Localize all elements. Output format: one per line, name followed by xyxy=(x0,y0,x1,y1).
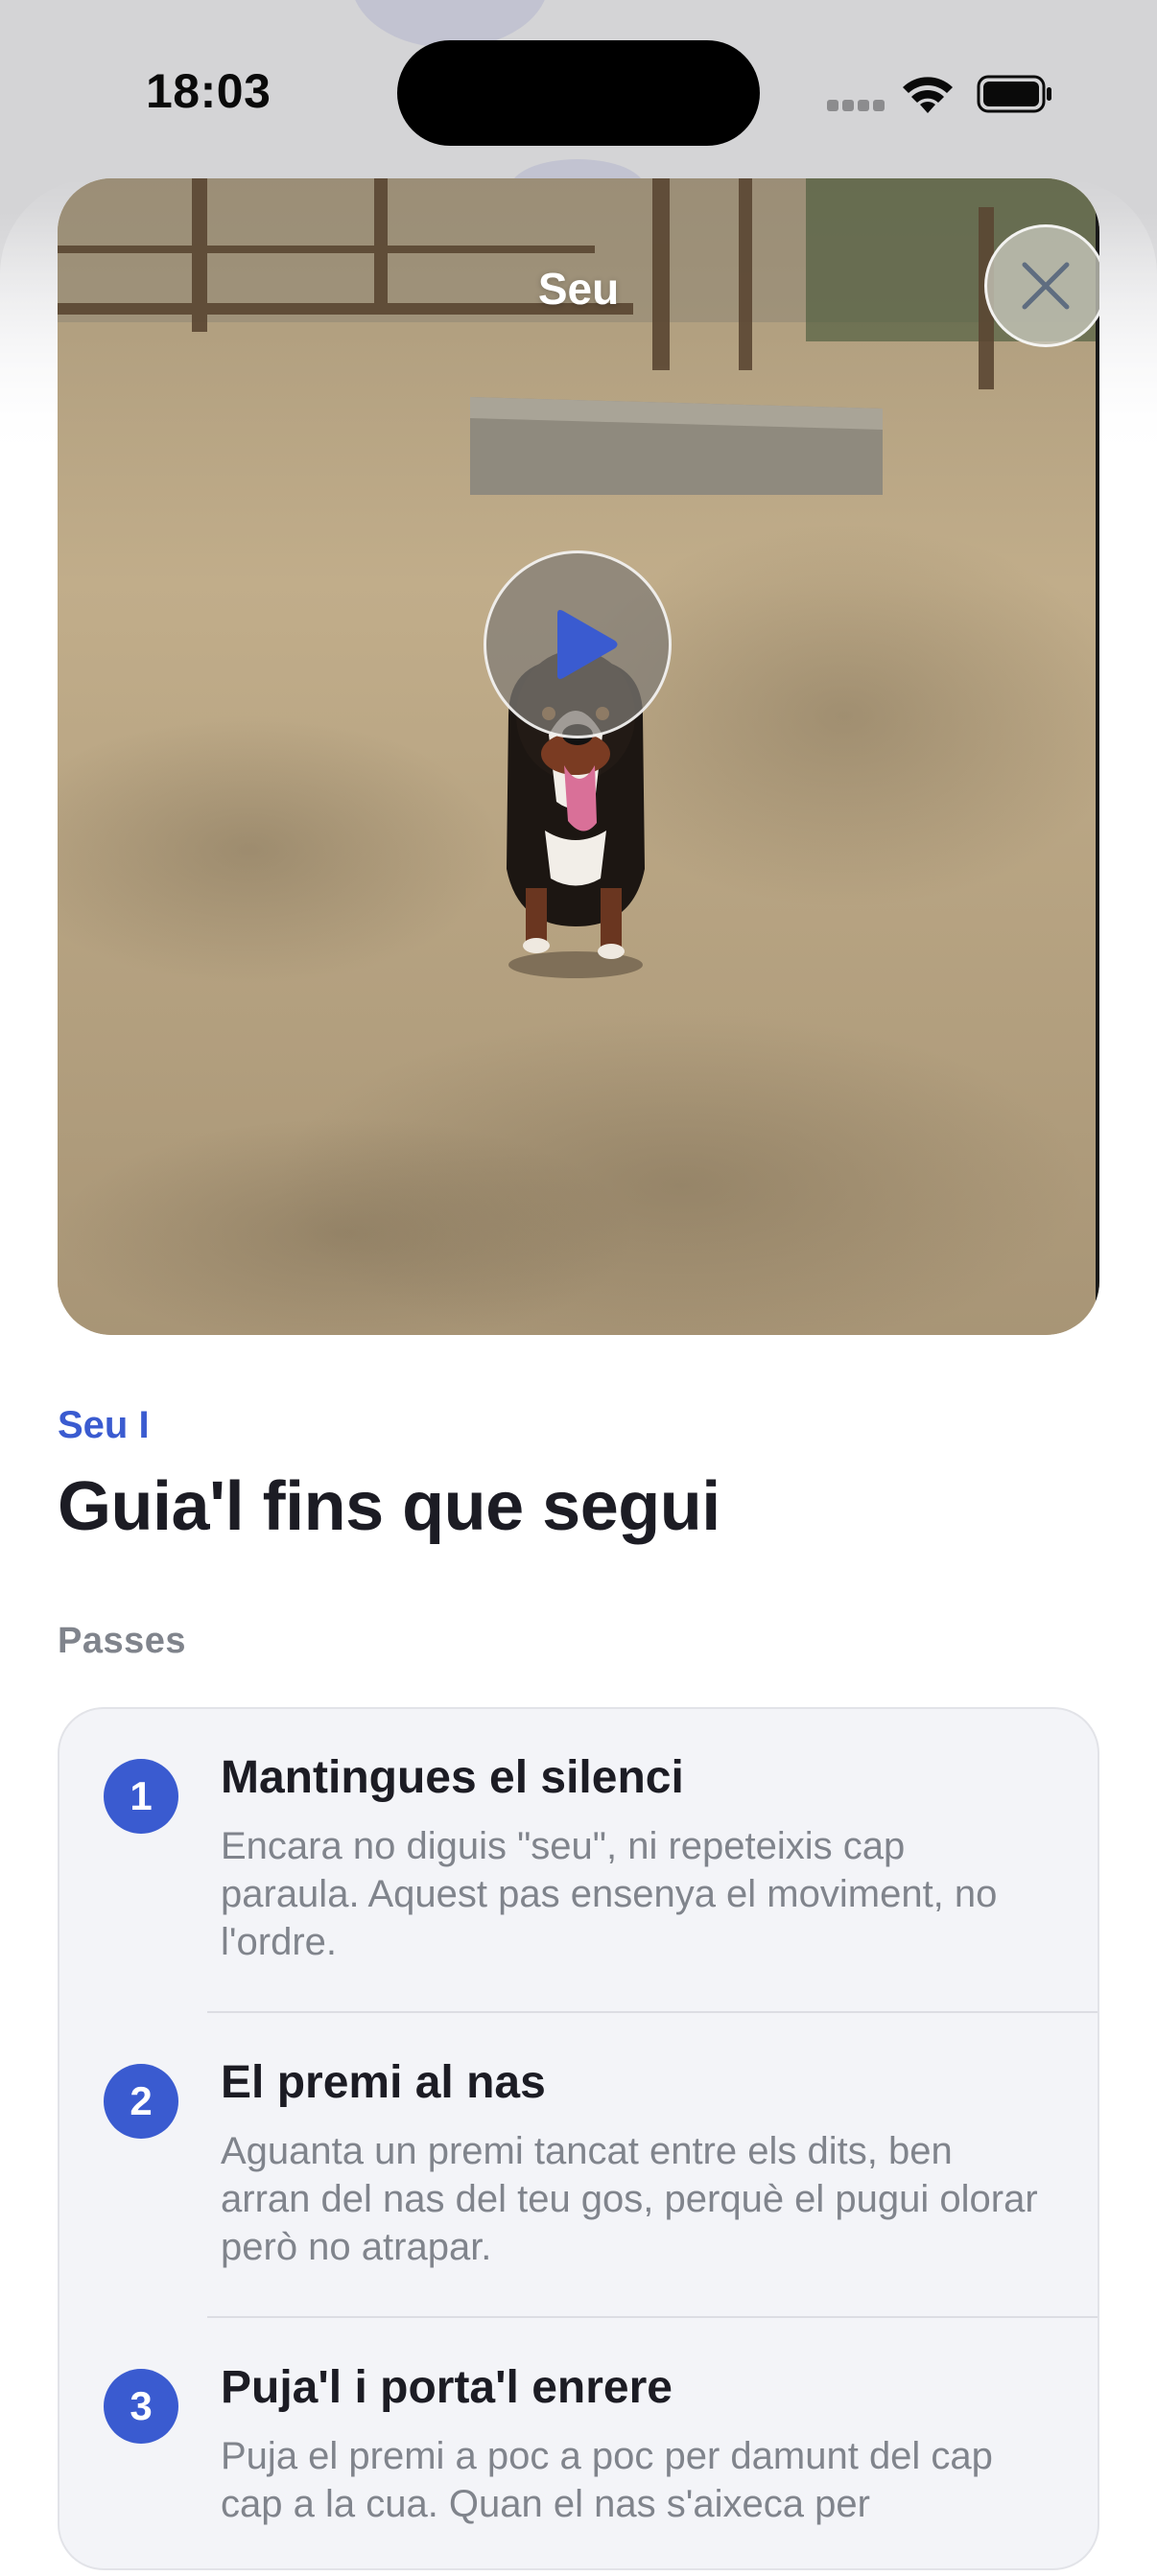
step-number-badge: 3 xyxy=(104,2369,178,2444)
status-bar: 18:03 xyxy=(0,0,1157,182)
step-item: 3 Puja'l i porta'l enrere Puja el premi … xyxy=(59,2319,1098,2568)
steps-section-label: Passes xyxy=(58,1621,187,1661)
play-button[interactable] xyxy=(484,550,672,738)
step-description: Aguanta un premi tancat entre els dits, … xyxy=(221,2130,1038,2268)
lesson-title: Guia'l fins que segui xyxy=(58,1468,720,1545)
step-title: El premi al nas xyxy=(221,2057,546,2108)
step-description: Encara no diguis "seu", ni repeteixis ca… xyxy=(221,1825,998,1963)
step-number-badge: 1 xyxy=(104,1759,178,1834)
dynamic-island xyxy=(397,40,760,146)
status-time: 18:03 xyxy=(146,64,272,118)
step-divider xyxy=(207,2011,1098,2013)
step-divider xyxy=(207,2316,1098,2318)
play-icon xyxy=(557,610,618,679)
close-icon xyxy=(1022,262,1070,310)
step-item: 1 Mantingues el silenci Encara no diguis… xyxy=(59,1709,1098,2014)
video-thumbnail xyxy=(58,178,1099,1335)
lesson-category: Seu I xyxy=(58,1404,150,1446)
close-button[interactable] xyxy=(984,224,1099,347)
steps-card: 1 Mantingues el silenci Encara no diguis… xyxy=(58,1707,1099,2570)
video-title: Seu xyxy=(537,264,620,314)
step-item: 2 El premi al nas Aguanta un premi tanca… xyxy=(59,2014,1098,2319)
battery-icon xyxy=(977,75,1051,113)
step-title: Puja'l i porta'l enrere xyxy=(221,2362,673,2413)
step-number-badge: 2 xyxy=(104,2064,178,2139)
video-player[interactable]: Seu xyxy=(58,178,1099,1335)
step-title: Mantingues el silenci xyxy=(221,1752,684,1803)
step-description: Puja el premi a poc a poc per damunt del… xyxy=(221,2435,993,2525)
cellular-signal-icon xyxy=(827,100,886,113)
wifi-icon xyxy=(903,77,953,113)
